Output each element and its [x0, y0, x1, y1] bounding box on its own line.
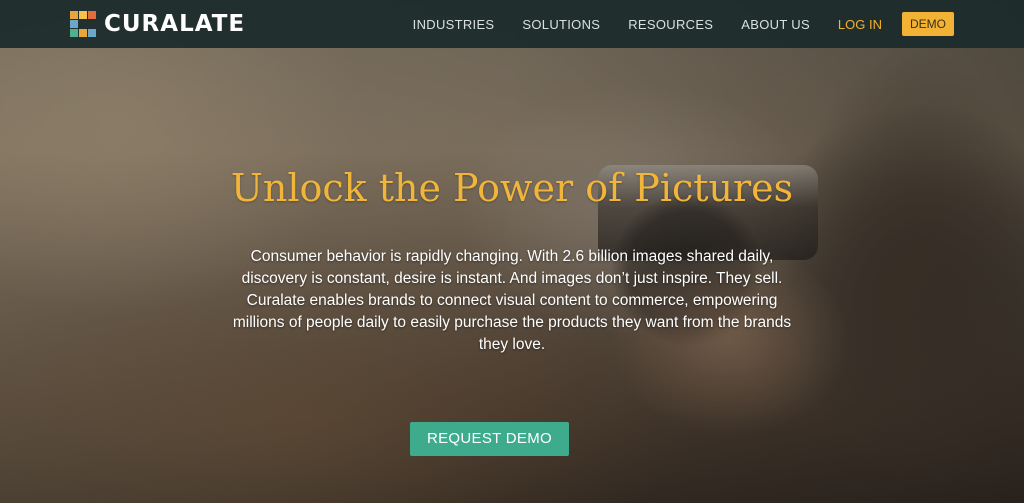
page: CURALATE INDUSTRIES SOLUTIONS RESOURCES …	[0, 0, 1024, 503]
hero-description-line: millions of people daily to easily purch…	[232, 314, 792, 331]
login-link[interactable]: LOG IN	[838, 17, 882, 32]
hero-description-line: Consumer behavior is rapidly changing. W…	[250, 248, 774, 265]
nav-item-solutions[interactable]: SOLUTIONS	[522, 17, 600, 32]
curalate-logo-mark-icon	[70, 11, 96, 37]
hero-description-line: Curalate enables brands to connect visua…	[246, 292, 778, 309]
hero-description-line: they love.	[478, 336, 546, 353]
hero-title: Unlock the Power of Pictures	[230, 166, 794, 210]
nav-menu: INDUSTRIES SOLUTIONS RESOURCES ABOUT US …	[385, 0, 954, 48]
request-demo-button[interactable]: REQUEST DEMO	[410, 422, 569, 456]
top-navbar: CURALATE INDUSTRIES SOLUTIONS RESOURCES …	[0, 0, 1024, 48]
nav-item-about-us[interactable]: ABOUT US	[741, 17, 810, 32]
demo-button[interactable]: DEMO	[902, 12, 954, 36]
hero-description: Consumer behavior is rapidly changing. W…	[212, 246, 812, 356]
brand-logo[interactable]: CURALATE	[70, 9, 245, 39]
hero-description-line: discovery is constant, desire is instant…	[241, 270, 783, 287]
nav-item-resources[interactable]: RESOURCES	[628, 17, 713, 32]
nav-item-industries[interactable]: INDUSTRIES	[413, 17, 495, 32]
hero-content: Unlock the Power of Pictures Consumer be…	[0, 160, 1024, 356]
brand-name: CURALATE	[104, 11, 246, 37]
